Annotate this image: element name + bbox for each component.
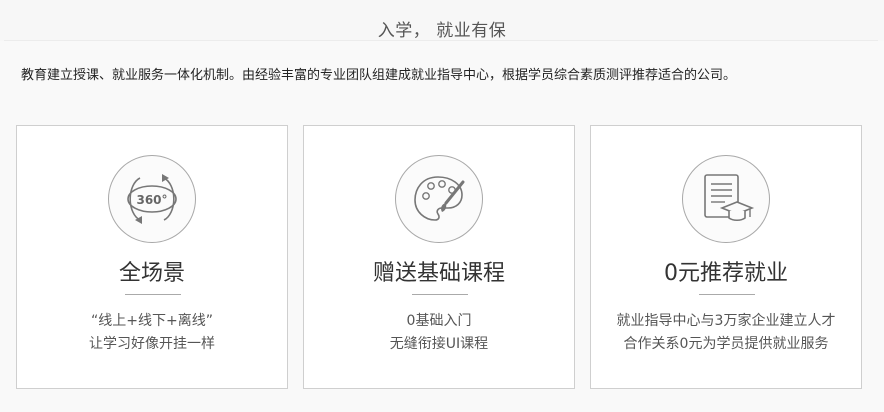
card-desc-line-2: 合作关系0元为学员提供就业服务 [623, 336, 829, 352]
card-desc-line-1: “线上+线下+离线” [91, 313, 213, 329]
360-label: 360° [136, 193, 167, 207]
card-divider [699, 294, 755, 295]
card-divider [412, 294, 468, 295]
feature-card-all-scenario: 360° 全场景 “线上+线下+离线” 让学习好像开挂一样 [16, 125, 288, 389]
page-title: 入学， 就业有保 [377, 21, 507, 41]
feature-card-free-course: 赠送基础课程 0基础入门 无缝衔接UI课程 [303, 125, 575, 389]
card-desc-line-1: 0基础入门 [406, 313, 472, 329]
card-desc-line-1: 就业指导中心与3万家企业建立人才 [616, 313, 836, 329]
card-title: 赠送基础课程 [372, 261, 505, 286]
card-title: 全场景 [118, 261, 185, 286]
card-title: 0元推荐就业 [664, 261, 788, 286]
palette-brush-icon [395, 155, 483, 243]
card-desc-line-2: 让学习好像开挂一样 [89, 336, 215, 352]
intro-text: 教育建立授课、就业服务一体化机制。由经验丰富的专业团队组建成就业指导中心，根据学… [21, 68, 737, 83]
360-rotate-icon: 360° [108, 155, 196, 243]
document-graduation-cap-icon [682, 155, 770, 243]
card-divider [125, 294, 181, 295]
feature-card-job-referral: 0元推荐就业 就业指导中心与3万家企业建立人才 合作关系0元为学员提供就业服务 [590, 125, 862, 389]
card-desc-line-2: 无缝衔接UI课程 [389, 336, 489, 352]
